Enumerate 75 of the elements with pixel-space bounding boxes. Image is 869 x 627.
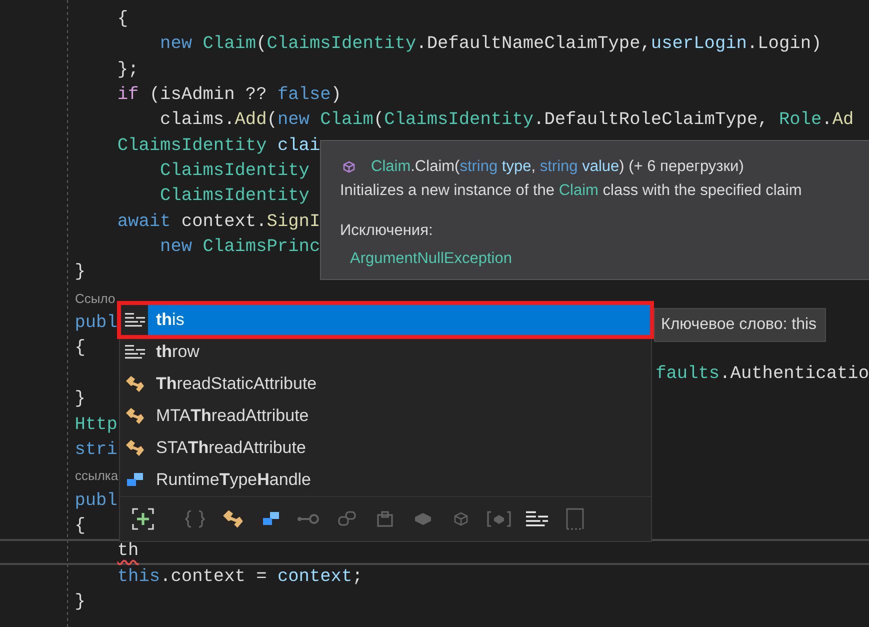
code-token: ( — [266, 109, 278, 132]
code-token: ClaimsIdentity — [384, 109, 534, 132]
code-token: ClaimsIdentity — [266, 33, 416, 56]
code-token: faults — [656, 362, 720, 386]
code-token: .Login) — [746, 33, 822, 56]
keyword-icon — [124, 312, 146, 328]
completion-label: ThreadStaticAttribute — [156, 374, 317, 394]
attribute-icon — [124, 407, 146, 425]
completion-item[interactable]: STAThreadAttribute — [120, 432, 651, 464]
code-token: Http — [74, 414, 118, 436]
code-token: new — [160, 33, 194, 56]
exceptions-label: Исключения: — [340, 221, 433, 241]
code-token: ) — [330, 84, 342, 108]
code-token: Claim — [320, 109, 374, 132]
code-token: context. — [181, 210, 267, 234]
completion-item[interactable]: RuntimeTypeHandle — [120, 464, 651, 496]
code-token: th — [117, 541, 139, 563]
completion-label: STAThreadAttribute — [156, 438, 306, 458]
code-token: Ссыло — [74, 290, 116, 308]
code-token: ссылка — [74, 467, 118, 486]
code-token: this — [117, 566, 160, 589]
description-text: Initializes a new instance of the Claim class with the specified claim — [340, 181, 802, 201]
code-token: stri — [74, 438, 118, 462]
completion-item[interactable]: this — [120, 304, 651, 336]
code-token: context — [277, 566, 352, 589]
code-token: { — [74, 337, 86, 360]
code-token: publ — [74, 312, 118, 336]
code-token: . — [822, 109, 832, 132]
keyword-icon — [124, 344, 146, 360]
code-token: Claim — [202, 33, 256, 56]
code-token: false — [277, 84, 331, 108]
code-token: Ad — [832, 109, 854, 132]
code-token: ClaimsIdentity — [160, 185, 310, 208]
code-token: ; — [352, 566, 363, 589]
code-token: { — [74, 514, 86, 538]
code-token: } — [74, 261, 86, 284]
code-token: new — [160, 236, 194, 260]
code-token: Role — [778, 109, 822, 132]
code-token: ( — [256, 33, 267, 56]
code-token: await — [117, 210, 171, 234]
completion-label: throw — [156, 342, 200, 362]
code-token: } — [74, 388, 86, 412]
completion-label: RuntimeTypeHandle — [156, 470, 312, 490]
attribute-icon — [124, 439, 146, 457]
code-token: claims. — [160, 109, 235, 132]
exception-link[interactable]: ArgumentNullException — [340, 247, 512, 271]
struct-icon — [124, 472, 146, 488]
attribute-icon — [124, 375, 146, 393]
code-token: ( — [373, 109, 384, 132]
code-token: .DefaultRoleClaimType, — [534, 109, 770, 132]
completion-item[interactable]: ThreadStaticAttribute — [120, 368, 651, 400]
code-token: SignI — [266, 210, 320, 234]
code-token: if — [117, 84, 139, 108]
code-token: clai — [277, 134, 320, 158]
completion-item[interactable]: MTAThreadAttribute — [120, 400, 651, 432]
code-token: ClaimsIdentity — [117, 134, 267, 158]
code-token: (isAdmin ?? — [149, 84, 268, 108]
code-token: userLogin — [650, 33, 747, 56]
completion-label: this — [156, 310, 184, 330]
code-token: } — [74, 590, 86, 614]
code-token: { — [117, 8, 128, 31]
code-token: ClaimsPrinc — [202, 236, 320, 260]
code-token: new — [277, 109, 310, 132]
cube-icon — [343, 161, 355, 173]
completion-label: MTAThreadAttribute — [156, 406, 309, 426]
code-token: .DefaultNameClaimType, — [416, 33, 651, 56]
signature-text: Claim.Claim(string type, string value) (+ 6 перегрузки) — [371, 157, 744, 177]
keyword-tooltip: Ключевое слово: this — [654, 308, 826, 342]
code-token: .context = — [160, 566, 268, 589]
code-token: ClaimsIdentity — [160, 160, 310, 184]
code-token: }; — [117, 58, 139, 82]
code-token: Add — [234, 109, 267, 132]
code-token: .Authenticatio — [720, 362, 869, 386]
code-token: publ — [74, 490, 118, 513]
completion-item[interactable]: throw — [120, 336, 651, 368]
